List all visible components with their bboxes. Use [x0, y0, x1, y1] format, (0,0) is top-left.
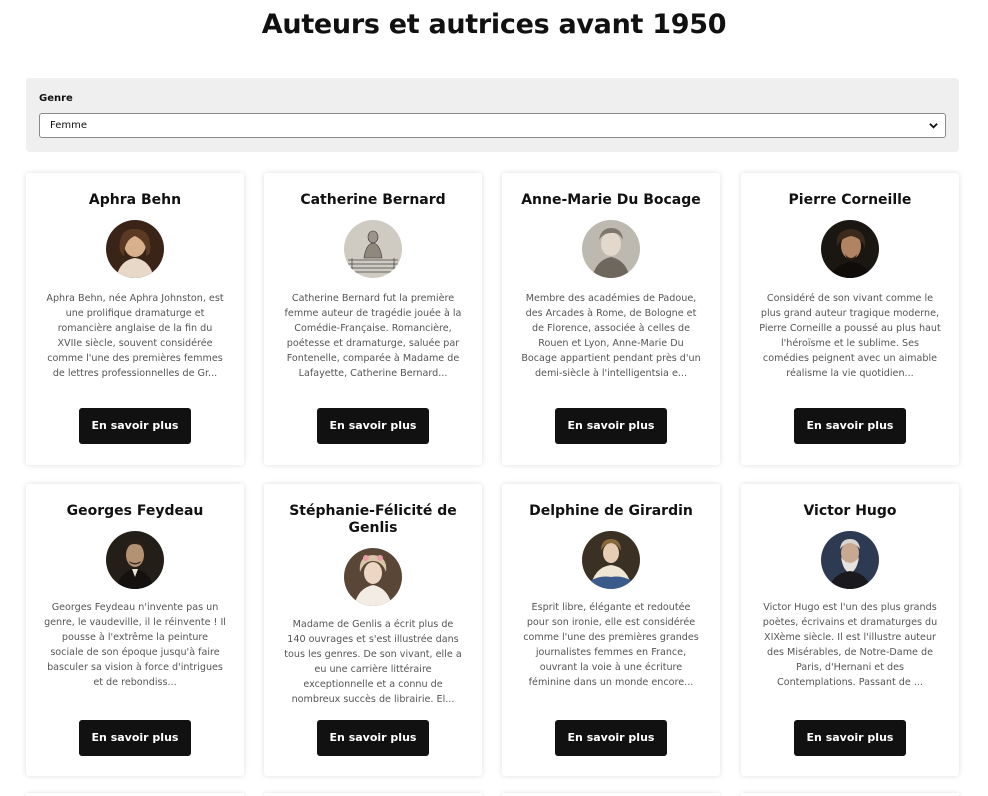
- author-description: Esprit libre, élégante et redoutée pour …: [523, 602, 699, 688]
- read-more-button[interactable]: En savoir plus: [317, 720, 429, 756]
- author-card: Delphine de Girardin Esprit libre, éléga…: [502, 484, 720, 776]
- read-more-button[interactable]: En savoir plus: [317, 408, 429, 444]
- author-portrait[interactable]: [106, 220, 164, 278]
- genre-select[interactable]: Femme: [39, 113, 946, 138]
- author-description: Madame de Genlis a écrit plus de 140 ouv…: [284, 619, 462, 705]
- author-card: Aphra Behn Aphra Behn, née Aphra Johnsto…: [26, 173, 244, 465]
- author-name: Georges Feydeau: [66, 503, 204, 519]
- author-description: Aphra Behn, née Aphra Johnston, est une …: [46, 293, 224, 379]
- read-more-button[interactable]: En savoir plus: [555, 720, 667, 756]
- read-more-button[interactable]: En savoir plus: [794, 408, 906, 444]
- author-description: Considéré de son vivant comme le plus gr…: [759, 293, 941, 379]
- genre-select-value: Femme: [50, 120, 87, 131]
- author-description: Catherine Bernard fut la première femme …: [284, 293, 462, 379]
- author-card: Georges Feydeau Georges Feydeau n'invent…: [26, 484, 244, 776]
- author-name: Anne-Marie Du Bocage: [521, 192, 701, 208]
- author-portrait[interactable]: [821, 220, 879, 278]
- author-card: Anne-Marie Du Bocage Membre des académie…: [502, 173, 720, 465]
- chevron-down-icon: [929, 123, 938, 129]
- author-portrait[interactable]: [582, 220, 640, 278]
- read-more-button[interactable]: En savoir plus: [79, 408, 191, 444]
- author-card: Pierre Corneille Considéré de son vivant…: [741, 173, 959, 465]
- read-more-button[interactable]: En savoir plus: [555, 408, 667, 444]
- author-portrait[interactable]: [106, 531, 164, 589]
- genre-filter-label: Genre: [39, 93, 73, 104]
- author-description: Membre des académies de Padoue, des Arca…: [521, 293, 701, 379]
- author-description: Victor Hugo est l'un des plus grands poè…: [762, 602, 938, 688]
- author-portrait[interactable]: [344, 548, 402, 606]
- author-portrait[interactable]: [582, 531, 640, 589]
- author-name: Pierre Corneille: [788, 192, 912, 208]
- author-card: Catherine Bernard Catherine Bernard fut …: [264, 173, 482, 465]
- author-name: Catherine Bernard: [300, 192, 446, 208]
- author-name: Delphine de Girardin: [529, 503, 693, 519]
- page-title: Auteurs et autrices avant 1950: [261, 9, 727, 40]
- author-portrait[interactable]: [821, 531, 879, 589]
- author-portrait[interactable]: [344, 220, 402, 278]
- read-more-button[interactable]: En savoir plus: [79, 720, 191, 756]
- author-description: Georges Feydeau n'invente pas un genre, …: [44, 602, 226, 688]
- genre-filter-panel: Genre Femme: [26, 78, 959, 152]
- author-card: Victor Hugo Victor Hugo est l'un des plu…: [741, 484, 959, 776]
- read-more-button[interactable]: En savoir plus: [794, 720, 906, 756]
- author-name: Aphra Behn: [88, 192, 182, 208]
- author-card: Stéphanie-Félicité de Genlis Madame de G…: [264, 484, 482, 776]
- author-name: Stéphanie-Félicité de Genlis: [289, 503, 457, 536]
- author-name: Victor Hugo: [803, 503, 897, 519]
